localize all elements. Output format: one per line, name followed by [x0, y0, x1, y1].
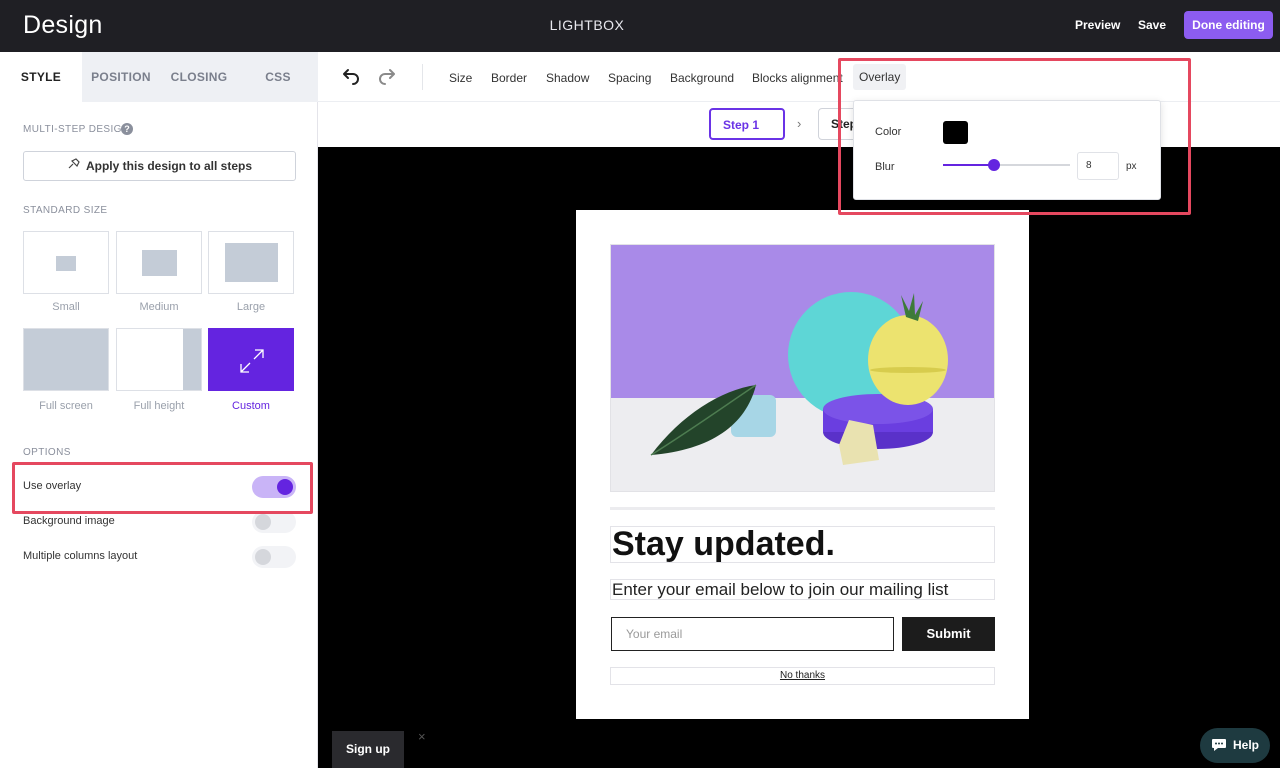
tab-css[interactable]: CSS: [238, 52, 318, 102]
brush-icon: [67, 152, 80, 180]
popup-type-title: LIGHTBOX: [549, 17, 625, 33]
modal-subtitle[interactable]: Enter your email below to join our maili…: [610, 579, 995, 600]
expand-icon: [240, 349, 264, 373]
no-thanks-link[interactable]: No thanks: [610, 667, 995, 685]
toolbar-shadow[interactable]: Shadow: [546, 71, 589, 85]
submit-button[interactable]: Submit: [902, 617, 995, 651]
option-label: Multiple columns layout: [23, 550, 138, 562]
size-preview: [142, 250, 177, 276]
highlight-use-overlay: [12, 462, 313, 514]
top-bar: Design LIGHTBOX Preview Save Done editin…: [0, 0, 1280, 52]
hero-image[interactable]: [610, 244, 995, 492]
toolbar-border[interactable]: Border: [491, 71, 527, 85]
tab-style[interactable]: STYLE: [0, 52, 82, 102]
size-label-custom: Custom: [232, 400, 270, 412]
size-label-small: Small: [52, 301, 80, 313]
toolbar-divider: [422, 64, 423, 90]
chevron-right-icon: ›: [797, 116, 802, 131]
toolbar-size[interactable]: Size: [449, 71, 472, 85]
size-preview: [183, 329, 201, 390]
multistep-label: MULTI-STEP DESIGN: [23, 124, 130, 135]
size-label-large: Large: [236, 301, 266, 313]
redo-icon[interactable]: [377, 66, 399, 88]
save-button[interactable]: Save: [1138, 18, 1166, 32]
chat-icon: [1212, 739, 1226, 751]
step-1-button[interactable]: Step 1 ⋮: [709, 108, 785, 162]
size-label-full-height: Full height: [133, 400, 185, 412]
multiple-columns-toggle[interactable]: [252, 546, 296, 568]
size-preview: [225, 243, 278, 282]
option-label: Background image: [23, 515, 115, 527]
email-input[interactable]: Your email: [611, 617, 894, 651]
help-button[interactable]: Help: [1200, 728, 1270, 763]
toggle-knob: [255, 549, 271, 565]
options-label: OPTIONS: [23, 447, 71, 458]
size-tile-full-screen[interactable]: [23, 328, 109, 391]
size-tile-medium[interactable]: [116, 231, 202, 294]
hero-illustration: [611, 245, 994, 491]
preview-button[interactable]: Preview: [1075, 18, 1120, 32]
toolbar-spacing[interactable]: Spacing: [608, 71, 651, 85]
undo-icon[interactable]: [339, 66, 361, 88]
size-preview: [56, 256, 76, 271]
help-label: Help: [1233, 738, 1260, 752]
background-image-toggle[interactable]: [252, 511, 296, 533]
size-tile-custom[interactable]: [208, 328, 294, 391]
signup-teaser-tab[interactable]: Sign up: [332, 731, 404, 768]
close-icon[interactable]: ×: [418, 729, 426, 744]
size-tile-full-height[interactable]: [116, 328, 202, 391]
step-1-label: Step 1: [723, 118, 760, 132]
highlight-overlay-settings: [838, 58, 1191, 215]
lightbox-modal[interactable]: Stay updated. Enter your email below to …: [576, 210, 1029, 719]
help-icon[interactable]: ?: [121, 123, 133, 135]
size-label-medium: Medium: [139, 301, 179, 313]
size-tile-small[interactable]: [23, 231, 109, 294]
size-label-full-screen: Full screen: [39, 400, 93, 412]
toggle-knob: [255, 514, 271, 530]
tab-closing[interactable]: CLOSING: [160, 52, 238, 102]
size-preview: [24, 329, 108, 390]
option-multiple-columns: Multiple columns layout: [23, 546, 296, 568]
apply-design-button[interactable]: Apply this design to all steps: [23, 151, 296, 181]
modal-title[interactable]: Stay updated.: [610, 526, 995, 563]
apply-design-label: Apply this design to all steps: [85, 159, 253, 173]
option-background-image: Background image: [23, 511, 296, 533]
standard-size-label: STANDARD SIZE: [23, 205, 108, 216]
divider: [610, 507, 995, 510]
preview-canvas: Stay updated. Enter your email below to …: [318, 147, 1280, 768]
sidebar-tabs: STYLE POSITION CLOSING CSS: [0, 52, 318, 102]
toolbar-blocks-alignment[interactable]: Blocks alignment: [752, 71, 843, 85]
design-sidebar: STYLE POSITION CLOSING CSS MULTI-STEP DE…: [0, 52, 318, 768]
size-tile-large[interactable]: [208, 231, 294, 294]
toolbar-background[interactable]: Background: [670, 71, 734, 85]
done-editing-button[interactable]: Done editing: [1184, 11, 1273, 39]
tab-position[interactable]: POSITION: [82, 52, 160, 102]
